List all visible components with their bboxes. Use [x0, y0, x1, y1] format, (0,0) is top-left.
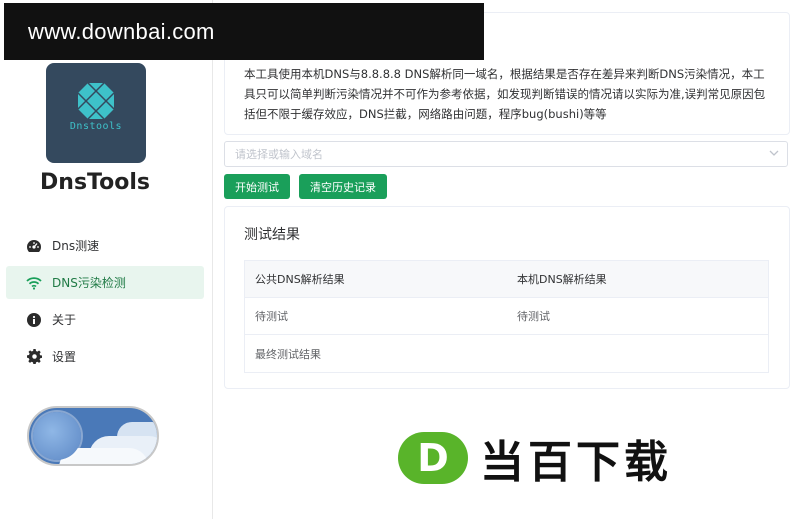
watermark-badge-letter: D	[417, 436, 449, 480]
sidebar-item-settings[interactable]: 设置	[6, 340, 204, 373]
toggle-knob[interactable]	[33, 412, 81, 460]
wifi-icon	[26, 275, 42, 291]
watermark-logo: D 当百下载	[398, 426, 672, 490]
table-header-row: 公共DNS解析结果 本机DNS解析结果	[245, 261, 768, 298]
info-icon	[26, 312, 42, 328]
header-public-dns: 公共DNS解析结果	[255, 273, 345, 286]
gear-icon	[26, 349, 42, 365]
sidebar-item-label: 设置	[52, 350, 77, 364]
logo-text: Dnstools	[69, 121, 123, 132]
header-local-dns: 本机DNS解析结果	[517, 273, 607, 286]
cell-local-result: 待测试	[517, 310, 550, 323]
sidebar-item-label: 关于	[52, 313, 77, 327]
domain-select[interactable]	[224, 141, 788, 167]
cell-public-result: 待测试	[255, 310, 288, 323]
watermark-brand: 当百下载	[480, 437, 672, 488]
domain-input[interactable]	[233, 142, 757, 166]
theme-toggle[interactable]	[27, 406, 159, 466]
final-result-label: 最终测试结果	[255, 347, 321, 361]
speedometer-icon	[26, 238, 42, 254]
app-logo: Dnstools	[46, 63, 146, 163]
start-test-button[interactable]: 开始测试	[224, 174, 290, 199]
sidebar-item-dns-speed[interactable]: Dns测速	[6, 229, 204, 262]
watermark-banner: www.downbai.com	[4, 3, 484, 60]
results-table: 公共DNS解析结果 本机DNS解析结果 待测试 待测试 最终测试结果	[244, 260, 769, 373]
table-row: 待测试 待测试	[245, 298, 768, 335]
sidebar-item-label: Dns测速	[52, 239, 100, 253]
watermark-badge: D	[398, 432, 468, 484]
sidebar-item-label: DNS污染检测	[52, 276, 126, 290]
sidebar-item-dns-pollution[interactable]: DNS污染检测	[6, 266, 204, 299]
chevron-down-icon[interactable]	[769, 148, 779, 158]
sidebar-item-about[interactable]: 关于	[6, 303, 204, 336]
results-title: 测试结果	[244, 227, 300, 243]
sidebar: Dnstools DnsTools Dns测速 DNS污染检测 关于 设置	[0, 0, 213, 519]
table-row-final: 最终测试结果	[245, 335, 768, 372]
app-title: DnsTools	[40, 170, 150, 195]
globe-logo-icon	[77, 82, 115, 120]
clear-history-button[interactable]: 清空历史记录	[299, 174, 387, 199]
tool-description: 本工具使用本机DNS与8.8.8.8 DNS解析同一域名，根据结果是否存在差异来…	[244, 67, 766, 121]
watermark-url: www.downbai.com	[28, 18, 215, 44]
